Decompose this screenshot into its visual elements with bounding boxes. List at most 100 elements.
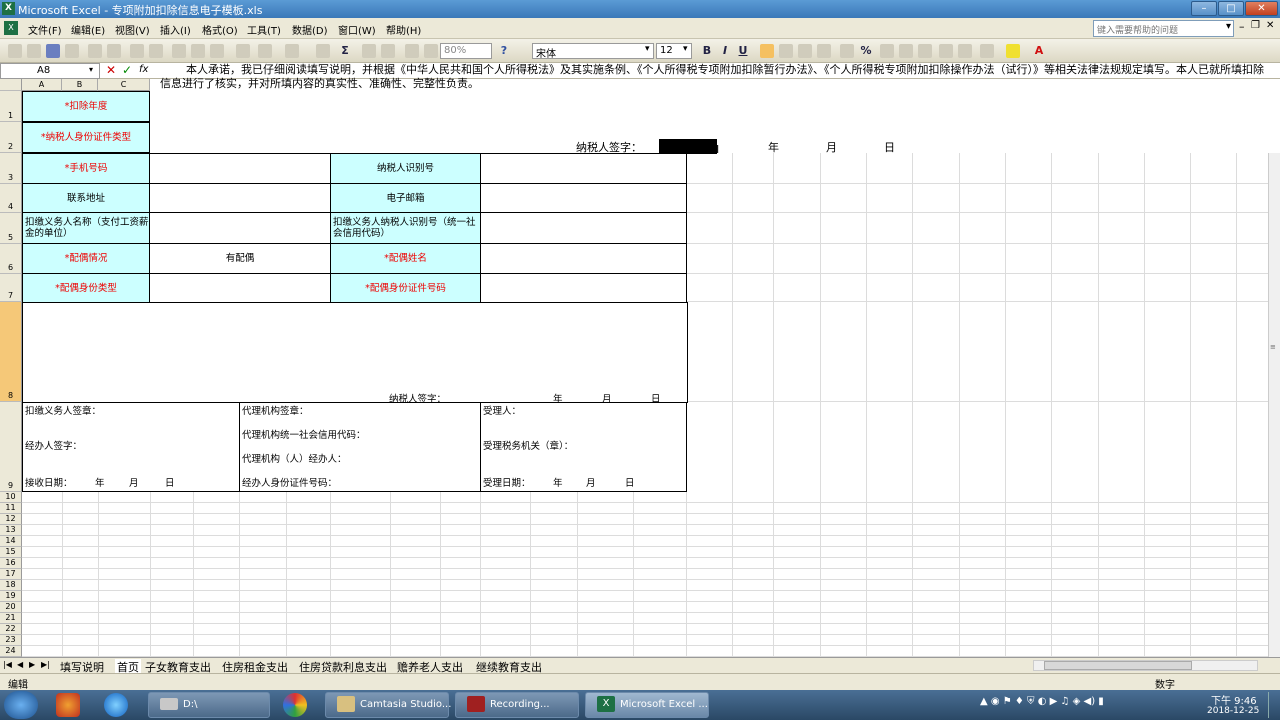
autosum-icon[interactable]: Σ — [338, 44, 352, 58]
close-button[interactable]: ✕ — [1245, 1, 1278, 16]
select-all-corner[interactable] — [0, 79, 22, 91]
column-header-c[interactable]: C — [98, 79, 150, 91]
function-icon[interactable]: fx — [139, 64, 148, 75]
decrease-indent-icon[interactable] — [939, 44, 953, 58]
column-header-a[interactable]: A — [22, 79, 62, 91]
menu-tools[interactable]: 工具(T) — [247, 22, 281, 37]
cut-icon[interactable] — [172, 44, 186, 58]
menu-window[interactable]: 窗口(W) — [338, 22, 376, 37]
hscroll-thumb[interactable] — [1044, 661, 1192, 670]
row-header[interactable]: 21 — [0, 613, 22, 624]
row-header[interactable]: 1 — [0, 91, 22, 122]
row-header[interactable]: 22 — [0, 624, 22, 635]
phone-input-cell[interactable] — [149, 153, 331, 184]
align-center-icon[interactable] — [779, 44, 793, 58]
align-left-icon[interactable] — [760, 44, 774, 58]
row-header[interactable]: 5 — [0, 213, 22, 244]
increase-indent-icon[interactable] — [958, 44, 972, 58]
row-header[interactable]: 18 — [0, 580, 22, 591]
row-header-selected[interactable]: 8 — [0, 302, 22, 402]
row-header[interactable]: 9 — [0, 402, 22, 492]
doc-close-icon[interactable]: ✕ — [1266, 20, 1274, 31]
vertical-scrollbar[interactable]: ≡ — [1268, 153, 1280, 657]
help-dropdown-icon[interactable]: ▾ — [1226, 21, 1231, 32]
scroll-thumb-grip[interactable]: ≡ — [1270, 343, 1279, 353]
maximize-button[interactable]: □ — [1218, 1, 1244, 16]
row-header[interactable]: 14 — [0, 536, 22, 547]
row-header[interactable]: 16 — [0, 558, 22, 569]
prev-sheet-icon[interactable]: ◀ — [17, 660, 23, 669]
sort-ascending-icon[interactable] — [362, 44, 376, 58]
name-box[interactable]: A8 ▾ — [0, 63, 100, 79]
redo-icon[interactable] — [285, 44, 299, 58]
underline-button[interactable]: U — [736, 44, 750, 58]
tax-office-block[interactable]: 受理人： 受理税务机关（章）： 受理日期： 年 月 日 — [480, 402, 687, 492]
next-sheet-icon[interactable]: ▶ — [29, 660, 35, 669]
row-header[interactable]: 19 — [0, 591, 22, 602]
enter-icon[interactable]: ✓ — [122, 63, 132, 77]
last-sheet-icon[interactable]: ▶| — [41, 660, 50, 669]
undo-icon[interactable] — [258, 44, 272, 58]
permission-icon[interactable] — [65, 44, 79, 58]
menu-format[interactable]: 格式(O) — [202, 22, 238, 37]
show-desktop-button[interactable] — [1268, 692, 1278, 718]
zoom-select[interactable]: 80% — [440, 43, 492, 59]
row-header[interactable]: 15 — [0, 547, 22, 558]
help-search-input[interactable]: 键入需要帮助的问题 — [1093, 20, 1234, 37]
print-icon[interactable] — [88, 44, 102, 58]
withholder-id-input-cell[interactable] — [480, 212, 687, 244]
address-input-cell[interactable] — [149, 183, 331, 213]
withholder-block[interactable]: 扣缴义务人签章： 经办人签字： 接收日期： 年 月 日 — [22, 402, 240, 492]
new-icon[interactable] — [8, 44, 22, 58]
row-header[interactable]: 10 — [0, 492, 22, 503]
help-icon[interactable]: ? — [497, 44, 511, 58]
italic-button[interactable]: I — [718, 44, 732, 58]
row-header[interactable]: 2 — [0, 122, 22, 153]
spouse-id-number-input-cell[interactable] — [480, 273, 687, 303]
format-painter-icon[interactable] — [236, 44, 250, 58]
paste-icon[interactable] — [210, 44, 224, 58]
open-icon[interactable] — [27, 44, 41, 58]
row-header[interactable]: 11 — [0, 503, 22, 514]
drawing-icon[interactable] — [424, 44, 438, 58]
menu-help[interactable]: 帮助(H) — [386, 22, 421, 37]
hyperlink-icon[interactable] — [316, 44, 330, 58]
row-header[interactable]: 24 — [0, 646, 22, 657]
row-header[interactable]: 23 — [0, 635, 22, 646]
chrome-icon[interactable] — [283, 693, 307, 717]
signature-area-cell[interactable]: 纳税人签字： 年 月 日 — [22, 302, 688, 405]
doc-minimize-icon[interactable]: – — [1239, 20, 1245, 33]
taxpayer-id-input-cell[interactable] — [480, 153, 687, 184]
row-header[interactable]: 7 — [0, 274, 22, 302]
fill-color-icon[interactable] — [1006, 44, 1020, 58]
sort-descending-icon[interactable] — [381, 44, 395, 58]
column-header-b[interactable]: B — [62, 79, 98, 91]
chart-wizard-icon[interactable] — [405, 44, 419, 58]
spouse-status-select[interactable]: 有配偶 — [149, 243, 331, 274]
clock-date[interactable]: 2018-12-25 — [1207, 706, 1259, 716]
email-input-cell[interactable] — [480, 183, 687, 213]
tray-icons[interactable]: ▲ ◉ ⚑ ♦ ⛨ ◐ ▶ ♫ ◈ ◀) ▮ — [980, 696, 1104, 707]
font-dropdown-icon[interactable]: ▾ — [645, 44, 650, 54]
name-box-dropdown-icon[interactable]: ▾ — [89, 65, 93, 74]
menu-edit[interactable]: 编辑(E) — [71, 22, 105, 37]
borders-icon[interactable] — [980, 44, 994, 58]
save-icon[interactable] — [46, 44, 60, 58]
merge-center-icon[interactable] — [817, 44, 831, 58]
row-header[interactable]: 12 — [0, 514, 22, 525]
first-sheet-icon[interactable]: |◀ — [3, 660, 12, 669]
withholder-name-input-cell[interactable] — [149, 212, 331, 244]
spouse-name-input-cell[interactable] — [480, 243, 687, 274]
font-select[interactable]: 宋体 — [532, 43, 654, 60]
row-header[interactable]: 17 — [0, 569, 22, 580]
cancel-icon[interactable]: ✕ — [106, 63, 116, 77]
align-right-icon[interactable] — [798, 44, 812, 58]
ie-icon[interactable] — [104, 693, 128, 717]
agent-block[interactable]: 代理机构签章： 代理机构统一社会信用代码： 代理机构（人）经办人： 经办人身份证… — [239, 402, 481, 492]
row-header[interactable]: 6 — [0, 244, 22, 274]
row-header[interactable]: 3 — [0, 153, 22, 184]
row-header[interactable]: 4 — [0, 184, 22, 213]
spouse-id-type-input-cell[interactable] — [149, 273, 331, 303]
size-dropdown-icon[interactable]: ▾ — [683, 44, 688, 54]
menu-view[interactable]: 视图(V) — [115, 22, 150, 37]
